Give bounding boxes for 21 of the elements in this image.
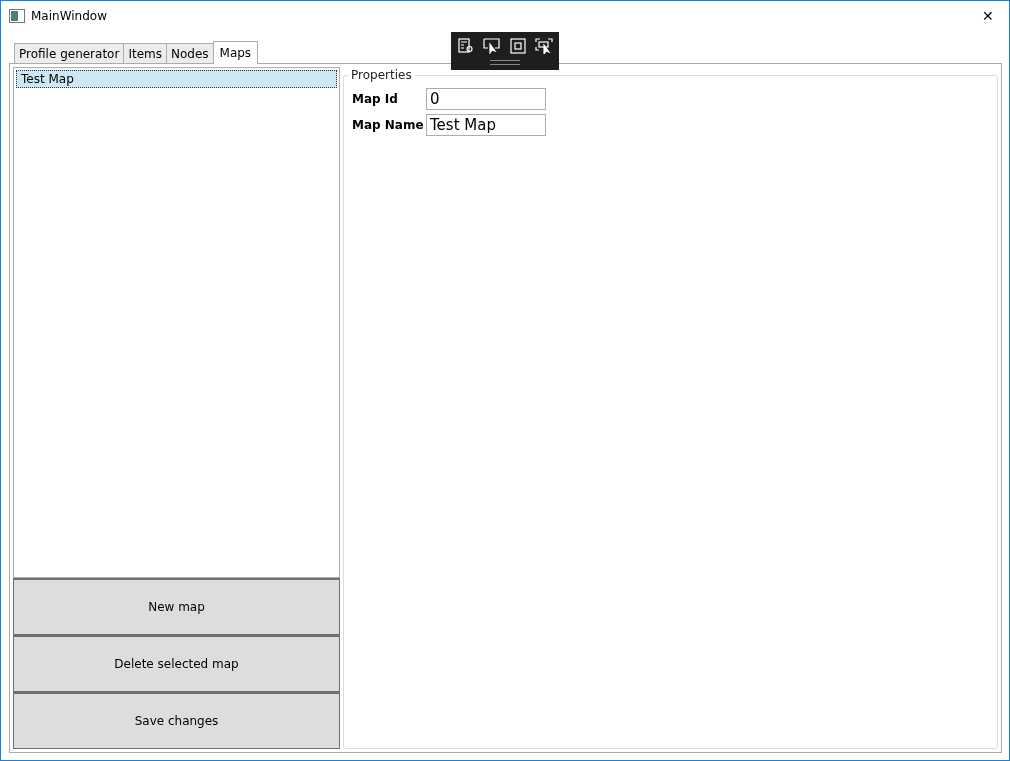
- window-icon: [9, 9, 25, 23]
- tab[interactable]: Maps: [212, 41, 259, 64]
- field-label: Map Name: [352, 118, 425, 132]
- input-field[interactable]: 0: [426, 88, 546, 110]
- action-button[interactable]: Save changes: [13, 692, 340, 749]
- input-field[interactable]: Test Map: [426, 114, 546, 136]
- frame-icon[interactable]: [509, 38, 526, 54]
- action-button[interactable]: Delete selected map: [13, 635, 340, 692]
- close-button[interactable]: ✕: [973, 1, 1003, 31]
- action-button[interactable]: New map: [13, 578, 340, 635]
- tab[interactable]: Nodes: [165, 43, 214, 63]
- drag-handle[interactable]: [490, 60, 520, 65]
- tab[interactable]: Items: [123, 43, 167, 63]
- field-label: Map Id: [352, 92, 399, 106]
- select-element-icon[interactable]: [482, 38, 501, 54]
- window-title: MainWindow: [31, 9, 107, 23]
- list-item[interactable]: Test Map: [16, 70, 337, 88]
- group-title: Properties: [348, 68, 415, 82]
- tab[interactable]: Profile generator: [14, 43, 125, 63]
- select-target-icon[interactable]: [534, 38, 553, 54]
- visual-tree-icon[interactable]: [457, 38, 474, 54]
